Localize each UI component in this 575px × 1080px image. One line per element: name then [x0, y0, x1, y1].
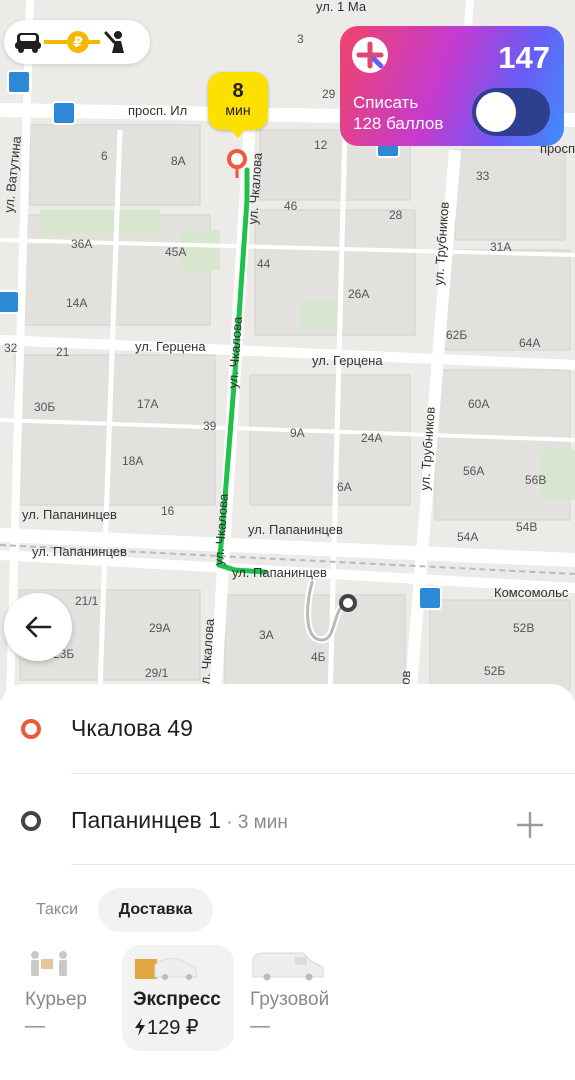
house-number: 4Б: [311, 650, 326, 664]
divider: [71, 864, 575, 865]
house-number: 29А: [149, 621, 171, 635]
route-from-row[interactable]: Чкалова 49: [0, 684, 575, 772]
bus-stop-icon[interactable]: [418, 586, 442, 610]
street-label: ул. 1 Ма: [316, 0, 367, 14]
tariff-status-chip[interactable]: ₽: [4, 20, 150, 64]
arrow-left-icon: [25, 616, 52, 638]
street-label: Комсомольс: [494, 585, 569, 600]
house-number: 21/1: [75, 594, 99, 608]
tariff-courier[interactable]: Курьер —: [14, 945, 119, 1051]
house-number: 21: [56, 345, 70, 359]
house-number: 32: [4, 341, 18, 355]
house-number: 6А: [337, 480, 352, 494]
route-to-row[interactable]: Папанинцев 1 · 3 мин: [0, 776, 575, 864]
tariff-price: 129 ₽: [147, 1017, 199, 1039]
truck-icon: [252, 952, 324, 981]
to-eta: · 3 мин: [220, 812, 288, 833]
house-number: 18А: [122, 454, 144, 468]
eta-unit: мин: [225, 102, 251, 118]
bus-stop-icon[interactable]: [52, 101, 76, 125]
house-number: 33: [476, 169, 490, 183]
street-label: ул. Папанинцев: [232, 565, 327, 580]
tariff-name: Курьер: [25, 989, 87, 1010]
tariff-price: —: [250, 1015, 270, 1037]
house-number: 39: [203, 419, 217, 433]
house-number: 26А: [348, 287, 370, 301]
car-icon: [15, 33, 41, 53]
eta-bubble-tail: [229, 128, 247, 138]
house-number: 29/1: [145, 666, 169, 680]
house-number: 54В: [516, 520, 538, 534]
write-off-line2: 128 баллов: [353, 114, 444, 133]
house-number: 17А: [137, 397, 159, 411]
plus-logo-icon: [352, 37, 388, 73]
house-number: 28: [389, 208, 403, 222]
hand-wave-icon: [104, 31, 124, 53]
house-number: 12: [314, 138, 328, 152]
svg-text:₽: ₽: [73, 35, 83, 51]
lightning-icon: [135, 1018, 145, 1036]
street-label: ул. Герцена: [312, 353, 383, 368]
house-number: 3А: [259, 628, 274, 642]
write-off-toggle[interactable]: [472, 88, 550, 136]
bus-stop-icon[interactable]: [0, 290, 20, 314]
back-button[interactable]: [4, 593, 72, 661]
house-number: 46: [284, 199, 298, 213]
to-address: Папанинцев 1: [71, 807, 221, 833]
house-number: 9А: [290, 426, 305, 440]
house-number: 44: [257, 257, 271, 271]
from-point-icon: [21, 719, 41, 739]
courier-icon: [31, 951, 67, 976]
house-number: 52В: [513, 621, 535, 635]
house-number: 30Б: [34, 400, 56, 414]
pickup-eta-bubble: 8 мин: [208, 72, 268, 130]
to-address-wrap: Папанинцев 1 · 3 мин: [71, 807, 288, 834]
write-off-line1: Списать: [353, 93, 419, 112]
tab-delivery[interactable]: Доставка: [98, 888, 213, 932]
house-number: 60А: [468, 397, 490, 411]
map-view[interactable]: просп. Ил ул. Ватутина ул. Чкалова ул. Ч…: [0, 0, 575, 700]
house-number: 56А: [463, 464, 485, 478]
house-number: 29: [322, 87, 336, 101]
street-label: ул. Папанинцев: [32, 544, 127, 559]
house-number: 54А: [457, 530, 479, 544]
from-address: Чкалова 49: [71, 715, 193, 741]
tariff-name: Грузовой: [250, 989, 330, 1010]
plus-points-card[interactable]: 147 Списать 128 баллов: [340, 26, 564, 146]
street-label: ул. Папанинцев: [248, 522, 343, 537]
bus-stop-icon[interactable]: [7, 70, 31, 94]
tariff-name: Экспресс: [133, 989, 221, 1010]
eta-value: 8: [232, 80, 244, 102]
divider: [71, 773, 575, 774]
points-count: 147: [498, 40, 550, 75]
house-number: 16: [161, 504, 175, 518]
tariff-price: —: [25, 1015, 45, 1037]
house-number: 3: [297, 32, 304, 46]
house-number: 24А: [361, 431, 383, 445]
house-number: 45А: [165, 245, 187, 259]
house-number: 36А: [71, 237, 93, 251]
house-number: 64А: [519, 336, 541, 350]
street-label: просп. Ил: [128, 103, 188, 118]
to-point-icon: [21, 811, 41, 831]
toggle-knob: [476, 92, 516, 132]
house-number: 62Б: [446, 328, 468, 342]
tariff-cargo[interactable]: Грузовой —: [240, 945, 350, 1051]
house-number: 56В: [525, 473, 547, 487]
house-number: 52Б: [484, 664, 506, 678]
street-label: ул. Папанинцев: [22, 507, 117, 522]
write-off-label: Списать 128 баллов: [353, 92, 443, 134]
tariff-price-wrap: 129 ₽: [133, 1015, 199, 1040]
house-number: 8А: [171, 154, 186, 168]
house-number: 6: [101, 149, 108, 163]
tariff-express[interactable]: Экспресс 129 ₽: [122, 945, 234, 1051]
house-number: 31А: [490, 240, 512, 254]
express-car-icon: [135, 958, 198, 980]
add-stop-icon[interactable]: [515, 810, 545, 840]
street-label: ул. Герцена: [135, 339, 206, 354]
tab-taxi[interactable]: Такси: [22, 888, 92, 932]
ruble-coin-icon: ₽: [44, 31, 100, 53]
house-number: 14А: [66, 296, 88, 310]
